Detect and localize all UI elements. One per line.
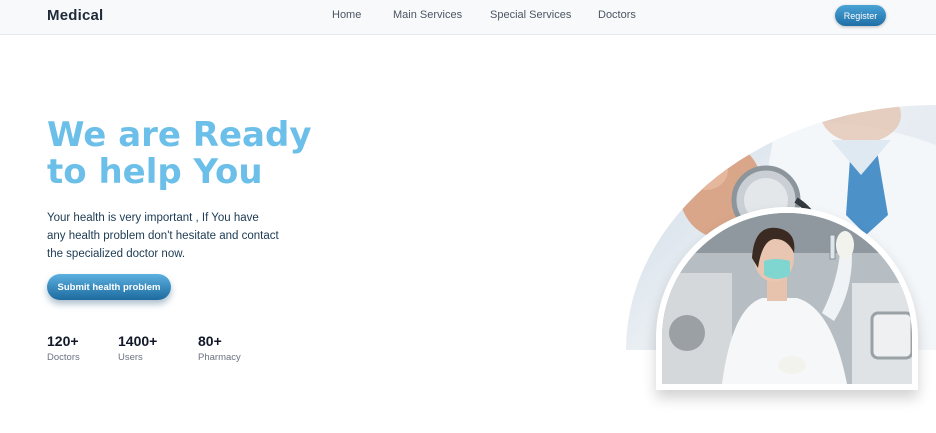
stat-pharmacy: 80+ Pharmacy	[198, 333, 241, 363]
stat-label: Doctors	[47, 352, 80, 363]
nav-link-main-services[interactable]: Main Services	[393, 9, 462, 21]
lab-doctor-illustration	[662, 213, 912, 384]
nav-link-doctors[interactable]: Doctors	[598, 9, 636, 21]
nav-link-home[interactable]: Home	[332, 9, 361, 21]
hero-description-line: Your health is very important , If You h…	[47, 212, 259, 224]
top-navbar: Medical Home Main Services Special Servi…	[0, 0, 936, 35]
stat-label: Pharmacy	[198, 352, 241, 363]
register-button[interactable]: Register	[835, 5, 886, 26]
lab-doctor-photo-frame	[656, 207, 918, 390]
hero-title-line: to help You	[47, 152, 263, 192]
stat-value: 80+	[198, 333, 222, 349]
stat-users: 1400+ Users	[118, 333, 157, 363]
nav-link-special-services[interactable]: Special Services	[490, 9, 571, 21]
lab-doctor-photo	[662, 213, 912, 384]
hero-title: We are Ready to help You	[47, 117, 367, 191]
stat-label: Users	[118, 352, 143, 363]
stat-value: 1400+	[118, 333, 158, 349]
stat-doctors: 120+ Doctors	[47, 333, 80, 363]
submit-health-problem-button[interactable]: Submit health problem	[47, 274, 171, 300]
nav-links: Home Main Services Special Services Doct…	[0, 9, 936, 23]
stat-value: 120+	[47, 333, 79, 349]
hero-title-line: We are Ready	[47, 115, 312, 155]
hero-description: Your health is very important , If You h…	[47, 209, 307, 263]
hero-description-line: any health problem don't hesitate and co…	[47, 230, 279, 242]
hero-description-line: the specialized doctor now.	[47, 248, 186, 260]
